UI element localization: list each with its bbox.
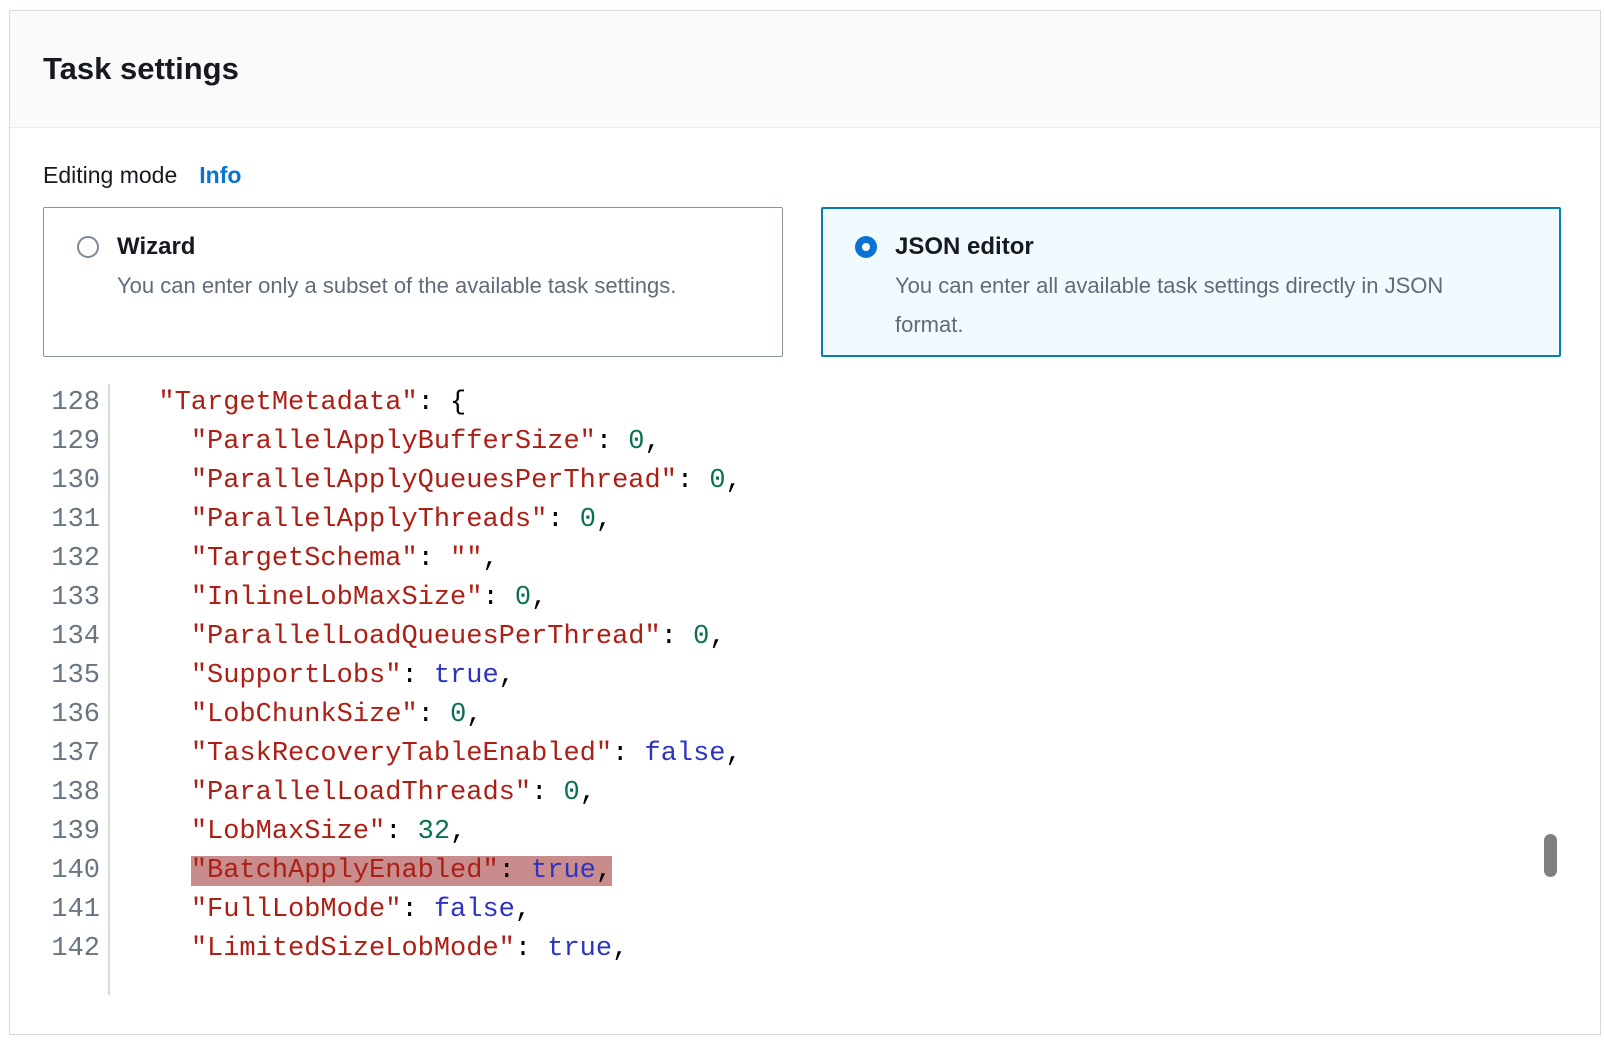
json-code-editor[interactable]: 1281291301311321331341351361371381391401… [43,384,1567,995]
line-number: 141 [43,891,100,930]
line-number: 142 [43,930,100,969]
page-title: Task settings [43,51,239,87]
line-number: 134 [43,618,100,657]
json-editor-radio-icon[interactable] [855,236,877,258]
code-line[interactable]: "ParallelApplyBufferSize": 0, [126,423,742,462]
line-number: 128 [43,384,100,423]
code-line[interactable]: "TargetSchema": "", [126,540,742,579]
info-link[interactable]: Info [199,162,241,189]
code-line[interactable]: "ParallelLoadQueuesPerThread": 0, [126,618,742,657]
editing-mode-label: Editing mode [43,162,177,189]
panel-content: Editing mode Info Wizard You can enter o… [10,128,1600,995]
task-settings-panel: Task settings Editing mode Info Wizard Y… [9,10,1601,1035]
line-number: 139 [43,813,100,852]
line-number: 136 [43,696,100,735]
line-number: 133 [43,579,100,618]
code-line[interactable]: "ParallelApplyQueuesPerThread": 0, [126,462,742,501]
line-number: 130 [43,462,100,501]
vertical-scrollbar-thumb[interactable] [1544,834,1557,877]
code-line[interactable]: "SupportLobs": true, [126,657,742,696]
wizard-radio-icon[interactable] [77,236,99,258]
code-lines[interactable]: "TargetMetadata": { "ParallelApplyBuffer… [110,384,742,995]
line-number: 132 [43,540,100,579]
code-line[interactable]: "LobChunkSize": 0, [126,696,742,735]
line-number: 129 [43,423,100,462]
tile-json-editor-label: JSON editor [895,233,1034,261]
code-line[interactable]: "LobMaxSize": 32, [126,813,742,852]
line-number: 140 [43,852,100,891]
code-line[interactable]: "ParallelApplyThreads": 0, [126,501,742,540]
tile-json-editor-description: You can enter all available task setting… [895,266,1495,344]
tile-wizard-label: Wizard [117,233,195,261]
tile-json-editor[interactable]: JSON editor You can enter all available … [821,207,1561,357]
tile-wizard[interactable]: Wizard You can enter only a subset of th… [43,207,783,357]
tile-json-editor-head: JSON editor [855,233,1532,261]
code-line[interactable]: "LimitedSizeLobMode": true, [126,930,742,969]
line-number: 138 [43,774,100,813]
tile-wizard-description: You can enter only a subset of the avail… [117,266,754,305]
line-number: 135 [43,657,100,696]
line-number: 137 [43,735,100,774]
code-line[interactable]: "TargetMetadata": { [126,384,742,423]
code-line[interactable]: "InlineLobMaxSize": 0, [126,579,742,618]
line-number: 131 [43,501,100,540]
editing-mode-row: Editing mode Info [43,162,1567,189]
editing-mode-tiles: Wizard You can enter only a subset of th… [43,207,1567,357]
panel-header: Task settings [10,11,1600,128]
line-number-gutter: 1281291301311321331341351361371381391401… [43,384,110,995]
code-line[interactable]: "FullLobMode": false, [126,891,742,930]
code-line[interactable]: "ParallelLoadThreads": 0, [126,774,742,813]
code-line[interactable]: "BatchApplyEnabled": true, [126,852,742,891]
code-line[interactable]: "TaskRecoveryTableEnabled": false, [126,735,742,774]
tile-wizard-head: Wizard [77,233,754,261]
